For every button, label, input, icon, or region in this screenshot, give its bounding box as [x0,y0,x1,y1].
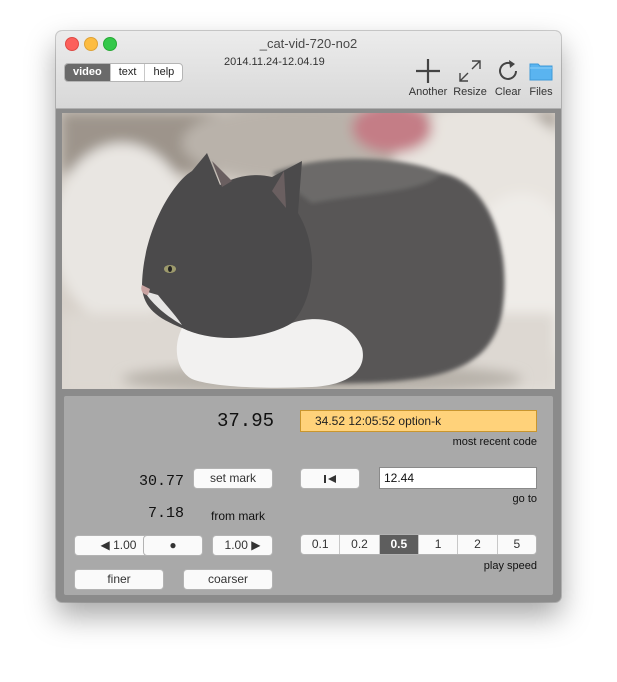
step-forward-button[interactable]: 1.00 ▶ [212,535,273,556]
files-label: Files [529,86,553,98]
plus-icon [416,59,440,83]
speed-option-0.1[interactable]: 0.1 [301,535,339,554]
finer-button[interactable]: finer [74,569,164,590]
most-recent-code-display: 34.52 12:05:52 option-k [300,410,537,432]
speed-option-1[interactable]: 1 [417,535,457,554]
speed-option-2[interactable]: 2 [457,535,496,554]
go-to-time-input[interactable]: 12.44 [379,467,537,489]
tab-help[interactable]: help [144,64,182,81]
speed-option-5[interactable]: 5 [496,535,536,554]
date-range: 2014.11.24-12.04.19 [224,56,325,68]
mark-time-readout: 30.77 [138,473,184,490]
play-speed-selector: 0.1 0.2 0.5 1 2 5 [300,534,537,555]
speed-option-0.5[interactable]: 0.5 [378,535,418,554]
cat-video-image [62,113,555,389]
from-mark-readout: 7.18 [147,505,184,522]
files-button[interactable]: Files [519,56,561,98]
go-to-label: go to [512,493,537,505]
resize-arrows-icon [459,60,481,82]
go-to-start-button[interactable] [300,468,360,489]
window-title: _cat-vid-720-no2 [259,36,358,51]
refresh-icon [499,60,517,80]
view-tabs: video text help [64,63,184,82]
title-bar: _cat-vid-720-no2 2014.11.24-12.04.19 vid… [56,31,561,109]
another-button[interactable]: Another [406,56,450,98]
play-speed-label: play speed [483,560,537,572]
coarser-button[interactable]: coarser [183,569,273,590]
speed-option-0.2[interactable]: 0.2 [339,535,378,554]
tab-video[interactable]: video [65,64,110,81]
tab-text[interactable]: text [109,64,145,81]
folder-icon [529,63,553,81]
control-panel: 37.95 34.52 12:05:52 option-k most recen… [64,396,553,595]
current-time-readout: 37.95 [216,410,274,432]
app-window: _cat-vid-720-no2 2014.11.24-12.04.19 vid… [56,31,561,602]
most-recent-code-label: most recent code [452,436,537,448]
center-button[interactable]: ● [143,535,203,556]
from-mark-label: from mark [211,509,265,523]
skip-to-start-icon [324,474,336,483]
set-mark-button[interactable]: set mark [193,468,273,489]
another-label: Another [408,86,448,98]
video-frame[interactable] [62,113,555,389]
